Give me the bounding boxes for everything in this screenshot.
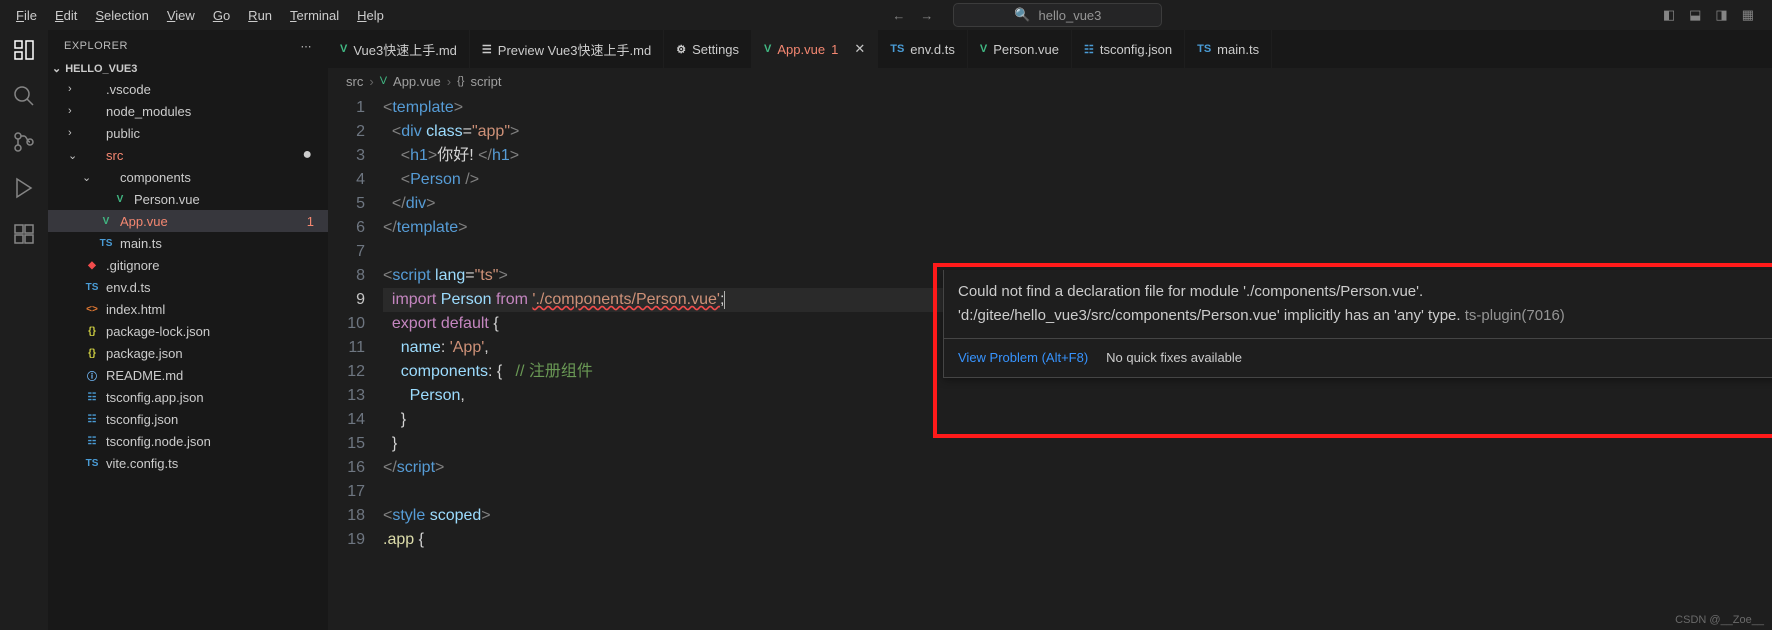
tab-icon: ☰ [482, 43, 492, 56]
tab-icon: V [764, 43, 771, 55]
activity-bar [0, 30, 48, 630]
editor-area: VVue3快速上手.md☰Preview Vue3快速上手.md⚙Setting… [328, 30, 1772, 630]
panel-right-icon[interactable]: ◨ [1715, 7, 1727, 23]
menubar: FileEditSelectionViewGoRunTerminalHelp ←… [0, 0, 1772, 30]
menu-items: FileEditSelectionViewGoRunTerminalHelp [8, 4, 392, 27]
tab-icon: V [980, 43, 987, 55]
tab-App-vue[interactable]: VApp.vue1✕ [752, 30, 878, 68]
menu-help[interactable]: Help [349, 4, 392, 27]
tree-item-vite-config-ts[interactable]: TSvite.config.ts [48, 452, 328, 474]
file-icon: {} [84, 348, 100, 359]
scm-icon[interactable] [12, 130, 36, 154]
hover-msg-2a: 'd:/gitee/hello_vue3/src/components/Pers… [958, 307, 1461, 324]
file-icon: TS [84, 282, 100, 293]
file-icon: V [112, 194, 128, 205]
file-icon: <> [84, 304, 100, 315]
tab-icon: V [340, 43, 347, 55]
code-editor[interactable]: 12345678910111213141516171819 <template>… [328, 94, 1772, 630]
view-problem-link[interactable]: View Problem (Alt+F8) [958, 346, 1088, 370]
more-icon[interactable]: ⋯ [301, 40, 313, 53]
file-icon: ☷ [84, 414, 100, 425]
tab-icon: TS [1197, 43, 1211, 55]
tab-main-ts[interactable]: TSmain.ts [1185, 30, 1272, 68]
hover-msg-1: Could not find a declaration file for mo… [958, 283, 1423, 300]
tab-icon: ⚙ [676, 43, 686, 56]
line-gutter: 12345678910111213141516171819 [328, 94, 383, 630]
tab-icon: ☷ [1084, 43, 1094, 56]
tree-item-node_modules[interactable]: ›node_modules [48, 100, 328, 122]
menu-selection[interactable]: Selection [87, 4, 156, 27]
tab-Person-vue[interactable]: VPerson.vue [968, 30, 1072, 68]
tree-item-package-lock-json[interactable]: {}package-lock.json [48, 320, 328, 342]
project-header[interactable]: ⌄ HELLO_VUE3 [48, 59, 328, 78]
layout-controls: ◧ ⬓ ◨ ▦ [1663, 7, 1764, 23]
watermark: CSDN @__Zoe__ [1675, 614, 1764, 626]
explorer-title: EXPLORER [64, 40, 128, 53]
breadcrumbs[interactable]: src›VApp.vue›{}script [328, 68, 1772, 94]
file-tree: ›.vscode›node_modules›public⌄src●⌄compon… [48, 78, 328, 630]
tree-item--gitignore[interactable]: ◆.gitignore [48, 254, 328, 276]
tree-item-tsconfig-node-json[interactable]: ☷tsconfig.node.json [48, 430, 328, 452]
tree-item-App-vue[interactable]: VApp.vue1 [48, 210, 328, 232]
command-center[interactable]: 🔍 hello_vue3 [953, 3, 1162, 27]
close-icon[interactable]: ✕ [854, 41, 865, 57]
search-text: hello_vue3 [1039, 8, 1102, 23]
project-name: HELLO_VUE3 [65, 63, 137, 75]
hover-code: ts-plugin(7016) [1465, 307, 1565, 324]
error-hover: Could not find a declaration file for mo… [943, 270, 1772, 378]
breadcrumb-src[interactable]: src [346, 74, 363, 89]
file-icon: V [98, 216, 114, 227]
tab-Vue3快速上手-md[interactable]: VVue3快速上手.md [328, 30, 470, 68]
tab-env-d-ts[interactable]: TSenv.d.ts [878, 30, 968, 68]
tab-icon: TS [890, 43, 904, 55]
search-activity-icon[interactable] [12, 84, 36, 108]
nav-back-icon[interactable]: ← [892, 8, 905, 23]
tree-item-index-html[interactable]: <>index.html [48, 298, 328, 320]
tree-item-main-ts[interactable]: TSmain.ts [48, 232, 328, 254]
tree-item-Person-vue[interactable]: VPerson.vue [48, 188, 328, 210]
breadcrumb-App.vue[interactable]: App.vue [393, 74, 441, 89]
file-icon: ⓘ [84, 368, 100, 383]
menu-terminal[interactable]: Terminal [282, 4, 347, 27]
extensions-icon[interactable] [12, 222, 36, 246]
menu-edit[interactable]: Edit [47, 4, 85, 27]
file-icon: {} [84, 326, 100, 337]
no-quickfix-text: No quick fixes available [1106, 346, 1242, 370]
menu-go[interactable]: Go [205, 4, 238, 27]
tree-item-tsconfig-json[interactable]: ☷tsconfig.json [48, 408, 328, 430]
menu-run[interactable]: Run [240, 4, 280, 27]
explorer-sidebar: EXPLORER ⋯ ⌄ HELLO_VUE3 ›.vscode›node_mo… [48, 30, 328, 630]
explorer-icon[interactable] [12, 38, 36, 62]
breadcrumb-script[interactable]: script [470, 74, 501, 89]
tree-item-src[interactable]: ⌄src● [48, 144, 328, 166]
tree-item-env-d-ts[interactable]: TSenv.d.ts [48, 276, 328, 298]
tree-item-public[interactable]: ›public [48, 122, 328, 144]
tab-Settings[interactable]: ⚙Settings [664, 30, 752, 68]
nav-arrows: ← → [892, 8, 933, 23]
panel-bottom-icon[interactable]: ⬓ [1689, 7, 1701, 23]
menu-view[interactable]: View [159, 4, 203, 27]
tree-item-package-json[interactable]: {}package.json [48, 342, 328, 364]
tree-item-README-md[interactable]: ⓘREADME.md [48, 364, 328, 386]
nav-fwd-icon[interactable]: → [920, 8, 933, 23]
menu-file[interactable]: File [8, 4, 45, 27]
tree-item-components[interactable]: ⌄components [48, 166, 328, 188]
tree-item--vscode[interactable]: ›.vscode [48, 78, 328, 100]
search-icon: 🔍 [1014, 7, 1030, 23]
panel-left-icon[interactable]: ◧ [1663, 7, 1675, 23]
tree-item-tsconfig-app-json[interactable]: ☷tsconfig.app.json [48, 386, 328, 408]
editor-tabs: VVue3快速上手.md☰Preview Vue3快速上手.md⚙Setting… [328, 30, 1772, 68]
layout-icon[interactable]: ▦ [1742, 7, 1754, 23]
file-icon: ◆ [84, 260, 100, 271]
file-icon: TS [98, 238, 114, 249]
file-icon: TS [84, 458, 100, 469]
file-icon: ☷ [84, 436, 100, 447]
tab-tsconfig-json[interactable]: ☷tsconfig.json [1072, 30, 1185, 68]
tab-Preview-Vue3快速上手-md[interactable]: ☰Preview Vue3快速上手.md [470, 30, 664, 68]
file-icon: ☷ [84, 392, 100, 403]
debug-icon[interactable] [12, 176, 36, 200]
